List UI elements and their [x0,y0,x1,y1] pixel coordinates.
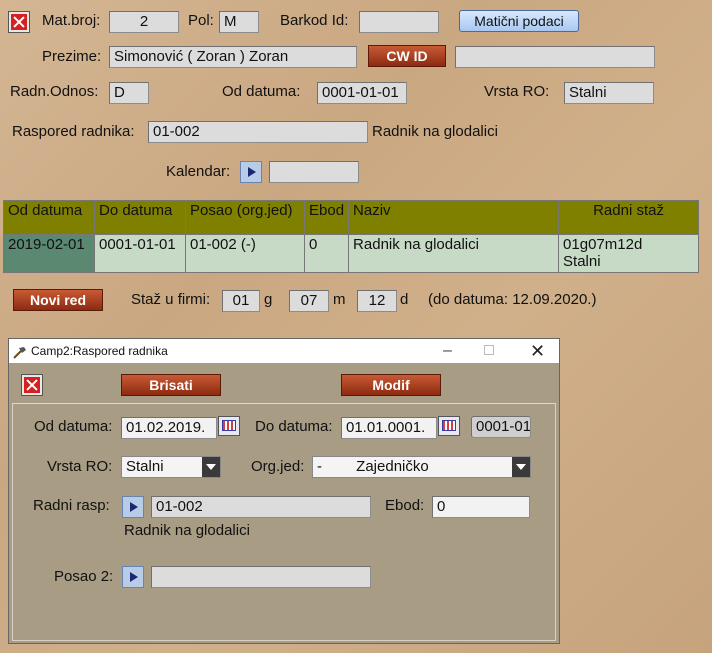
dlg-do-datuma-label: Do datuma: [255,418,333,435]
barkod-field[interactable] [359,11,439,33]
pol-field[interactable]: M [219,11,259,33]
cell-naziv[interactable]: Radnik na glodalici [348,234,560,273]
mat-broj-label: Mat.broj: [42,12,101,29]
dlg-org-jed-code: - [317,458,322,475]
dialog-title: Camp2:Raspored radnika [31,344,168,358]
cell-posao[interactable]: 01-002 (-) [185,234,305,273]
cell-od-datuma[interactable]: 2019-02-01 [3,234,95,273]
raspored-field[interactable]: 01-002 [148,121,368,143]
cell-radni-staz-value: 01g07m12d [563,236,643,253]
cell-do-datuma[interactable]: 0001-01-01 [94,234,186,273]
vrsta-ro-label: Vrsta RO: [484,83,550,100]
raspored-label: Raspored radnika: [12,123,135,140]
dlg-org-jed-select[interactable]: - Zajedničko [312,456,531,478]
dlg-ebod-field[interactable]: 0 [432,496,530,518]
radn-odnos-field[interactable]: D [109,82,149,104]
close-icon[interactable] [8,11,30,33]
dialog-form-panel [12,403,556,641]
dialog-titlebar: Camp2:Raspored radnika – ✕ [9,339,559,363]
brisati-button[interactable]: Brisati [121,374,221,396]
od-datuma-field[interactable]: 0001-01-01 [317,82,407,104]
dlg-radni-rasp-field[interactable]: 01-002 [151,496,371,518]
prezime-field[interactable]: Simonović ( Zoran ) Zoran [109,46,357,68]
novi-red-button[interactable]: Novi red [13,289,103,311]
staz-dani-field[interactable]: 12 [357,290,397,312]
od-datuma-label: Od datuma: [222,83,301,100]
calendar-icon[interactable] [438,416,460,436]
chevron-down-icon[interactable] [202,457,220,477]
cell-radni-staz-type: Stalni [563,253,601,270]
dlg-org-jed-value: Zajedničko [356,458,429,475]
dlg-posao2-label: Posao 2: [54,568,114,585]
staz-label: Staž u firmi: [131,291,211,308]
minimize-icon[interactable]: – [443,339,452,363]
dlg-do-datuma-field[interactable]: 01.01.0001. [341,417,437,439]
radni-rasp-arrow-button[interactable] [122,496,144,518]
col-naziv: Naziv [348,200,560,235]
table-row[interactable]: 2019-02-01 0001-01-01 01-002 (-) 0 Radni… [3,234,699,273]
raspored-dialog: Camp2:Raspored radnika – ✕ Brisati Modif… [8,338,560,644]
hammer-icon [13,344,27,359]
kalendar-field[interactable] [269,161,359,183]
cell-ebod[interactable]: 0 [303,234,350,273]
dlg-radni-rasp-label: Radni rasp: [33,497,110,514]
close-window-icon[interactable]: ✕ [530,339,545,363]
dlg-ebod-label: Ebod: [385,497,425,514]
col-do-datuma: Do datuma [94,200,186,235]
cw-id-field[interactable] [455,46,655,68]
raspored-desc: Radnik na glodalici [372,123,498,140]
calendar-icon[interactable] [218,416,240,436]
dlg-vrsta-ro-value: Stalni [126,458,164,475]
do-datuma-note: (do datuma: 12.09.2020.) [428,291,597,308]
modif-button[interactable]: Modif [341,374,441,396]
table-header-row: Od datuma Do datuma Posao (org.jed) Ebod… [3,200,699,235]
dlg-od-datuma-label: Od datuma: [34,418,113,435]
maximize-icon[interactable] [484,345,494,355]
cell-radni-staz[interactable]: 01g07m12d Stalni [558,234,699,273]
staz-meseci-field[interactable]: 07 [289,290,329,312]
posao2-arrow-button[interactable] [122,566,144,588]
staz-d-unit: d [400,291,409,308]
do-datuma-extra-field[interactable]: 0001-01 [471,416,531,438]
cw-id-button[interactable]: CW ID [368,45,446,67]
dlg-od-datuma-field[interactable]: 01.02.2019. [121,417,217,439]
raspored-table: Od datuma Do datuma Posao (org.jed) Ebod… [3,200,699,273]
radn-odnos-label: Radn.Odnos: [10,83,99,100]
vrsta-ro-field[interactable]: Stalni [564,82,654,104]
kalendar-arrow-button[interactable] [240,161,262,183]
kalendar-label: Kalendar: [166,163,231,180]
col-od-datuma: Od datuma [3,200,95,235]
prezime-label: Prezime: [42,48,102,65]
col-posao: Posao (org.jed) [185,200,305,235]
pol-label: Pol: [188,12,214,29]
col-radni-staz: Radni staž [558,200,699,235]
dlg-org-jed-label: Org.jed: [251,458,305,475]
dlg-vrsta-ro-select[interactable]: Stalni [121,456,221,478]
dlg-radni-rasp-desc: Radnik na glodalici [124,522,250,539]
staz-godine-field[interactable]: 01 [222,290,260,312]
dlg-vrsta-ro-label: Vrsta RO: [47,458,113,475]
mat-broj-field[interactable]: 2 [109,11,179,33]
col-ebod: Ebod [303,200,350,235]
dlg-posao2-field[interactable] [151,566,371,588]
chevron-down-icon[interactable] [512,457,530,477]
staz-g-unit: g [264,291,273,308]
barkod-label: Barkod Id: [280,12,349,29]
dialog-close-icon[interactable] [21,374,43,396]
maticni-podaci-button[interactable]: Matični podaci [459,10,579,32]
staz-m-unit: m [333,291,346,308]
